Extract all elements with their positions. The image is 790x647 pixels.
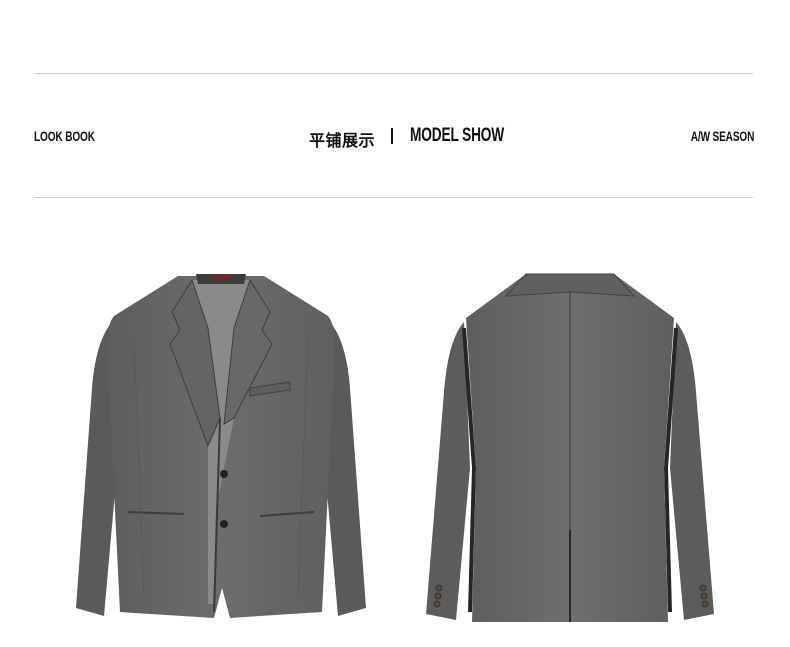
top-divider [34, 73, 753, 74]
title-separator [391, 128, 393, 144]
season-label: A/W SEASON [690, 128, 754, 144]
jacket-front-photo [76, 274, 366, 618]
jacket-back-photo [426, 273, 714, 622]
section-title-en: MODEL SHOW [410, 125, 505, 146]
section-title-cn: 平铺展示 [309, 131, 376, 150]
section-header: LOOK BOOK 平铺展示 MODEL SHOW A/W SEASON [0, 124, 790, 150]
bottom-divider [34, 197, 753, 198]
look-book-label: LOOK BOOK [34, 128, 95, 144]
